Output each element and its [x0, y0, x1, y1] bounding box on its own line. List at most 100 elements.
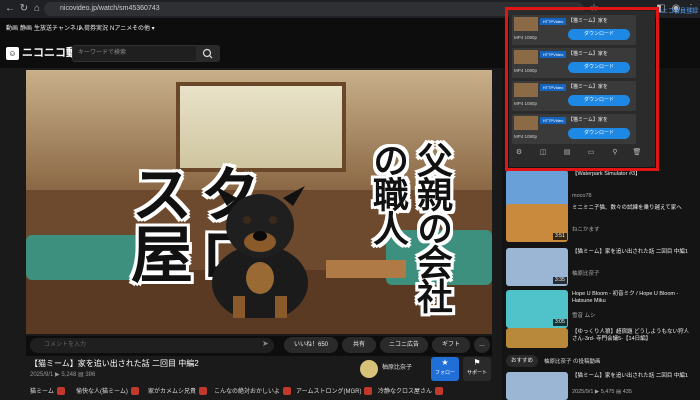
back-icon[interactable]: ← [4, 3, 16, 15]
url-text: nicovideo.jp/watch/sm45360743 [60, 5, 160, 12]
download-item-thumbnail [514, 50, 538, 64]
related-video-title: 【猫ミーム】家を追い出された話 二回目 中編1 [572, 249, 688, 255]
download-item-title: 【猫ミーム】家を [568, 18, 608, 24]
tag-label: アームストロング(MGR) [296, 389, 362, 395]
related-video-thumbnail [506, 328, 568, 348]
settings-icon[interactable]: ⚙ [514, 148, 524, 158]
video-overlay-text-right: 父親の会社の職人 [367, 142, 453, 312]
list-icon[interactable]: ▤ [562, 148, 572, 158]
uploader-name[interactable]: 柚原比奈子 [382, 364, 412, 373]
nav-item-nyuka[interactable]: 入荷券 [78, 24, 96, 34]
related-video-title: 【Waterpark Simulator #3】 [572, 171, 641, 177]
nav-item-live[interactable]: 生放送 [34, 24, 52, 34]
post-date: 2025/9/1 [30, 372, 54, 378]
related-video-duration: 3:51 [553, 233, 567, 240]
tag[interactable]: 冷静なクロス屋さん [378, 386, 444, 398]
download-item-format[interactable]: MP4 1080p [514, 34, 537, 41]
video-title: 【猫ミーム】家を追い出された話 二回目 中編2 [30, 359, 199, 368]
tag[interactable]: 家がカメムシ兄貴 [148, 386, 208, 398]
dog-image [212, 186, 308, 318]
tag-label: 家がカメムシ兄貴 [148, 389, 197, 395]
related-video-duration: 3:05 [553, 319, 567, 326]
related-video-item[interactable]: 【ゆっくり人狼】超宿題 どうしようもない狩人さん-3rd- 寺門会議5-【14日… [506, 328, 696, 350]
related-video-duration: 3:35 [553, 277, 567, 284]
tab-icon[interactable]: ▭ [586, 148, 596, 158]
share-button[interactable]: 共有 [342, 337, 376, 353]
tag-label: 冷静なクロス屋さん [378, 389, 433, 395]
comment-count: 396 [85, 372, 96, 378]
tag-label: 猫ミーム [30, 389, 54, 395]
tag-lock-icon [282, 387, 291, 396]
download-item-format[interactable]: MP4 1080p [514, 100, 537, 107]
download-item-title: 【猫ミーム】家を [568, 117, 608, 123]
nav-item-other[interactable]: その他 ▾ [132, 24, 155, 34]
tag-lock-icon [199, 387, 208, 396]
recommend-video-thumbnail [506, 372, 568, 400]
download-item: HTTPVideo MP4 1080p 【猫ミーム】家を ダウンロード [512, 114, 636, 144]
comment-placeholder: コメントを入力 [44, 342, 87, 348]
follow-star-icon: ★ [441, 358, 449, 367]
download-item-title: 【猫ミーム】家を [568, 84, 608, 90]
download-item-badge: HTTPVideo [540, 117, 566, 124]
download-item-thumbnail [514, 17, 538, 31]
download-button[interactable]: ダウンロード [568, 62, 630, 73]
recommend-video-meta: 2025/9/1 ▶ 5,475 ▤ 435 [572, 389, 632, 395]
nav-item-nanime[interactable]: Nアニメ [110, 24, 132, 34]
send-icon[interactable]: ➤ [262, 339, 269, 348]
download-item: HTTPVideo MP4 1080p 【猫ミーム】家を ダウンロード [512, 81, 636, 111]
tag[interactable]: アームストロング(MGR) [296, 386, 373, 398]
download-item-thumbnail [514, 83, 538, 97]
related-video-item[interactable]: 3:35 【猫ミーム】家を追い出された話 二回目 中編1 柚原比奈子 [506, 248, 696, 290]
uploader-avatar[interactable] [360, 360, 378, 378]
download-item-title: 【猫ミーム】家を [568, 51, 608, 57]
support-flag-icon: ⚑ [473, 358, 481, 367]
nav-item-jikkyo[interactable]: 実況 [96, 24, 108, 34]
search-placeholder: キーワードで検索 [78, 50, 127, 56]
download-button[interactable]: ダウンロード [568, 128, 630, 139]
follow-button[interactable]: ★ フォロー [431, 357, 459, 381]
download-item-thumbnail [514, 116, 538, 130]
download-item-format[interactable]: MP4 1080p [514, 133, 537, 140]
download-item-badge: HTTPVideo [540, 84, 566, 91]
related-video-item[interactable]: 3:05 Hope U Bloom - 初音ミク / Hope U Bloom … [506, 290, 696, 332]
tag[interactable]: 愉快な人(猫ミーム) [76, 386, 139, 398]
video-background-window [176, 82, 346, 172]
support-button[interactable]: ⚑ サポート [463, 357, 491, 381]
search-icon [202, 48, 213, 59]
nav-item-seiga[interactable]: 静画 [20, 24, 32, 34]
delete-icon[interactable]: 🗑 [632, 148, 642, 158]
tag[interactable]: こんなの絶対おかしいよ [214, 386, 291, 398]
tag[interactable]: 猫ミーム [30, 386, 65, 398]
recommend-channel-link[interactable]: 柚原比奈子 の投稿動画 [544, 358, 601, 366]
support-label: サポート [466, 370, 487, 376]
recommend-tab[interactable]: おすすめ [506, 355, 539, 367]
download-item: HTTPVideo MP4 1080p 【猫ミーム】家を ダウンロード [512, 15, 636, 45]
nav-item-video[interactable]: 動画 [6, 24, 18, 34]
related-video-channel: 柚原比奈子 [572, 271, 600, 277]
related-video-channel: moco78 [572, 193, 592, 199]
tag-lock-icon [364, 387, 373, 396]
gift-button[interactable]: ギフト [432, 337, 470, 353]
more-button[interactable]: … [474, 337, 490, 353]
pin-icon[interactable]: ⚲ [610, 148, 620, 158]
tag-lock-icon [435, 387, 444, 396]
recommend-video-item[interactable]: 【猫ミーム】家を追い出された話 二回目 中編1 2025/9/1 ▶ 5,475… [506, 372, 696, 400]
tag-lock-icon [130, 387, 139, 396]
related-video-title: 【ゆっくり人狼】超宿題 どうしようもない狩人さん-3rd- 寺門会議5-【14日… [572, 329, 690, 342]
home-icon[interactable]: ⌂ [31, 3, 43, 15]
history-icon[interactable]: ◫ [538, 148, 548, 158]
niconico-logo-icon[interactable]: ☺ [6, 47, 19, 60]
related-video-thumbnail [506, 170, 568, 208]
related-video-item[interactable]: 3:51 ミニミニ子猫、数々の試練を乗り越えて家へ ねこかます [506, 204, 696, 246]
download-button[interactable]: ダウンロード [568, 29, 630, 40]
popup-footer: ⚙ ◫ ▤ ▭ ⚲ 🗑 [512, 148, 652, 162]
nicoad-button[interactable]: ニコニ広告 [380, 337, 428, 353]
reload-icon[interactable]: ↻ [18, 3, 30, 15]
search-button[interactable] [196, 45, 220, 62]
download-button[interactable]: ダウンロード [568, 95, 630, 106]
download-item-badge: HTTPVideo [540, 18, 566, 25]
follow-label: フォロー [434, 370, 455, 376]
like-button[interactable]: いいね！650 [284, 337, 338, 353]
view-count: 5,248 [61, 372, 77, 378]
download-item-format[interactable]: MP4 1080p [514, 67, 537, 74]
